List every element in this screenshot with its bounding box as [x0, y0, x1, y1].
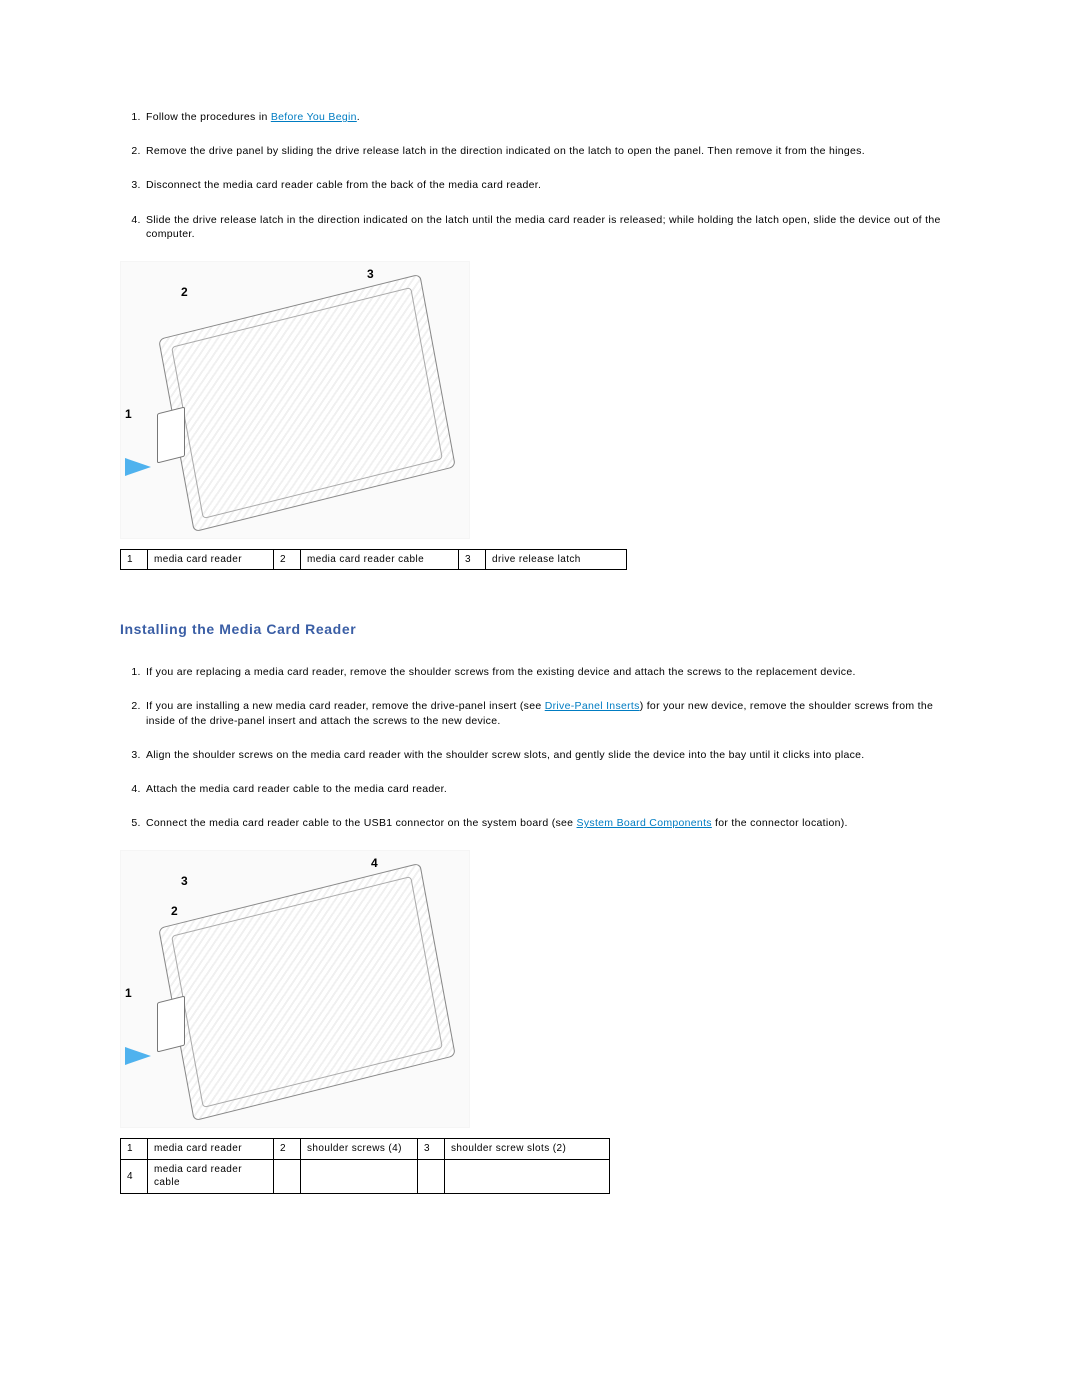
- document-page: Follow the procedures in Before You Begi…: [0, 0, 1080, 1397]
- step-text: Connect the media card reader cable to t…: [146, 817, 577, 829]
- step-text: Disconnect the media card reader cable f…: [146, 179, 541, 191]
- install-step-3: Align the shoulder screws on the media c…: [144, 748, 960, 762]
- legend-text: media card reader cable: [148, 1159, 274, 1193]
- legend-text: shoulder screw slots (2): [445, 1139, 610, 1160]
- table-row: 1 media card reader 2 media card reader …: [121, 549, 627, 570]
- media-card-reader-illustration: [157, 406, 185, 463]
- legend-text: drive release latch: [486, 549, 627, 570]
- legend-num: 3: [459, 549, 486, 570]
- chassis-illustration: [158, 863, 456, 1121]
- legend-text: media card reader cable: [301, 549, 459, 570]
- legend-text: media card reader: [148, 549, 274, 570]
- legend-num: 3: [418, 1139, 445, 1160]
- step-text-post: .: [357, 111, 360, 123]
- legend-num: [418, 1159, 445, 1193]
- removal-figure: 1 2 3: [120, 261, 470, 539]
- removal-legend-table: 1 media card reader 2 media card reader …: [120, 549, 627, 571]
- install-steps-list: If you are replacing a media card reader…: [120, 665, 960, 830]
- callout-2: 2: [181, 284, 188, 300]
- removal-step-1: Follow the procedures in Before You Begi…: [144, 110, 960, 124]
- slide-direction-arrow-icon: [125, 458, 151, 476]
- install-legend-table: 1 media card reader 2 shoulder screws (4…: [120, 1138, 610, 1194]
- install-figure: 1 2 3 4: [120, 850, 470, 1128]
- install-step-4: Attach the media card reader cable to th…: [144, 782, 960, 796]
- legend-num: 2: [274, 549, 301, 570]
- legend-text: [445, 1159, 610, 1193]
- step-text-post: for the connector location).: [712, 817, 848, 829]
- step-text: Remove the drive panel by sliding the dr…: [146, 145, 865, 157]
- install-step-1: If you are replacing a media card reader…: [144, 665, 960, 679]
- legend-num: [274, 1159, 301, 1193]
- callout-4: 4: [371, 855, 378, 871]
- system-board-components-link[interactable]: System Board Components: [577, 817, 712, 829]
- legend-text: shoulder screws (4): [301, 1139, 418, 1160]
- callout-1: 1: [125, 985, 132, 1001]
- legend-text: media card reader: [148, 1139, 274, 1160]
- before-you-begin-link[interactable]: Before You Begin: [271, 111, 357, 123]
- step-text: Follow the procedures in: [146, 111, 271, 123]
- step-text: Slide the drive release latch in the dir…: [146, 214, 941, 240]
- step-text: Attach the media card reader cable to th…: [146, 783, 447, 795]
- legend-num: 1: [121, 1139, 148, 1160]
- slide-direction-arrow-icon: [125, 1047, 151, 1065]
- step-text: Align the shoulder screws on the media c…: [146, 749, 865, 761]
- removal-steps-list: Follow the procedures in Before You Begi…: [120, 110, 960, 241]
- install-step-2: If you are installing a new media card r…: [144, 699, 960, 727]
- chassis-illustration: [158, 274, 456, 532]
- table-row: 4 media card reader cable: [121, 1159, 610, 1193]
- table-row: 1 media card reader 2 shoulder screws (4…: [121, 1139, 610, 1160]
- removal-step-3: Disconnect the media card reader cable f…: [144, 178, 960, 192]
- step-text: If you are installing a new media card r…: [146, 700, 545, 712]
- callout-3: 3: [181, 873, 188, 889]
- legend-text: [301, 1159, 418, 1193]
- drive-panel-inserts-link[interactable]: Drive-Panel Inserts: [545, 700, 640, 712]
- legend-num: 4: [121, 1159, 148, 1193]
- callout-2: 2: [171, 903, 178, 919]
- callout-3: 3: [367, 266, 374, 282]
- media-card-reader-illustration: [157, 996, 185, 1053]
- removal-step-4: Slide the drive release latch in the dir…: [144, 213, 960, 241]
- step-text: If you are replacing a media card reader…: [146, 666, 856, 678]
- legend-num: 1: [121, 549, 148, 570]
- installing-section-title: Installing the Media Card Reader: [120, 620, 960, 639]
- legend-num: 2: [274, 1139, 301, 1160]
- callout-1: 1: [125, 406, 132, 422]
- removal-step-2: Remove the drive panel by sliding the dr…: [144, 144, 960, 158]
- install-step-5: Connect the media card reader cable to t…: [144, 816, 960, 830]
